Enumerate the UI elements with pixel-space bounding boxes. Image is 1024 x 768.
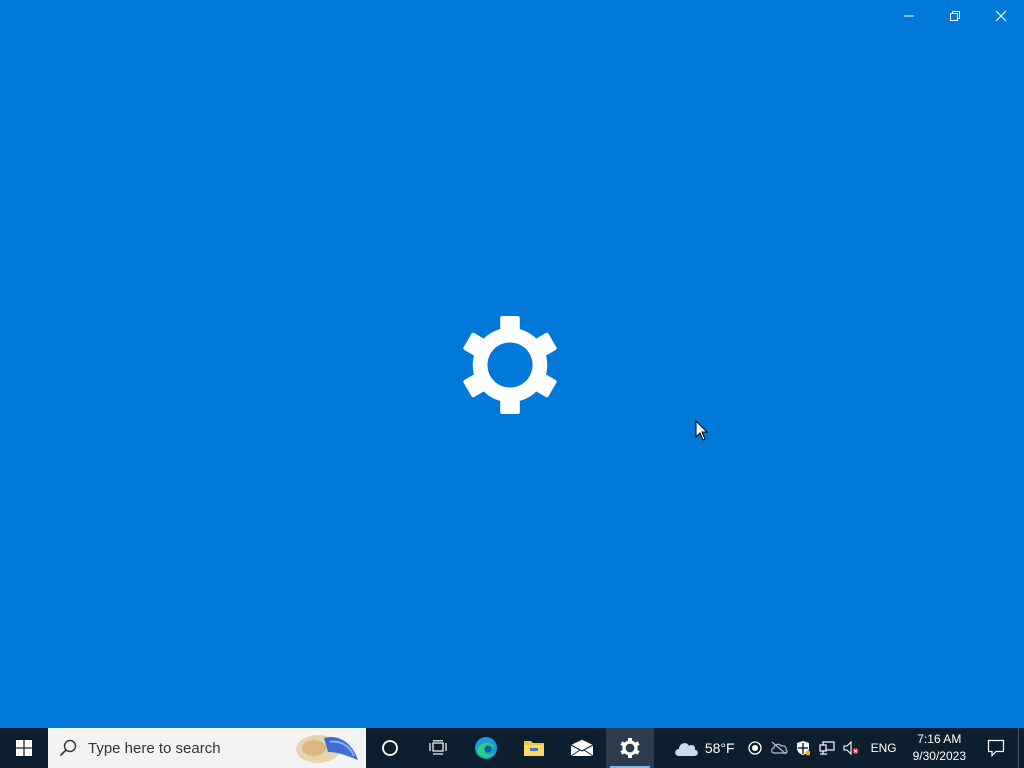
- action-center-icon: [987, 739, 1005, 757]
- mail-button[interactable]: [558, 728, 606, 768]
- restore-button[interactable]: [932, 0, 978, 32]
- settings-gear-icon: [463, 316, 557, 414]
- file-explorer-button[interactable]: [510, 728, 558, 768]
- taskbar-search-box[interactable]: Type here to search: [48, 728, 366, 768]
- search-placeholder: Type here to search: [88, 739, 221, 757]
- clock-time: 7:16 AM: [917, 732, 962, 746]
- security-tray-button[interactable]: [791, 728, 815, 768]
- cloud-icon: [675, 743, 698, 756]
- minimize-button[interactable]: [886, 0, 932, 32]
- search-highlight-illustration: [296, 735, 358, 763]
- task-view-icon: [429, 740, 447, 755]
- volume-muted-icon: [843, 741, 859, 755]
- system-tray: 58°F ENG 7:16 AM 9/30/2023: [665, 728, 1024, 768]
- mouse-cursor-icon: [695, 420, 709, 441]
- taskbar: Type here to search 58°F ENG 7:16 AM 9/3…: [0, 728, 1024, 768]
- windows-logo-icon: [16, 740, 32, 756]
- weather-temperature: 58°F: [704, 740, 735, 756]
- record-tray-button[interactable]: [743, 728, 767, 768]
- edge-button[interactable]: [462, 728, 510, 768]
- settings-icon: [620, 738, 640, 758]
- onedrive-tray-button[interactable]: [767, 728, 791, 768]
- minimize-icon: [904, 15, 914, 17]
- taskbar-clock[interactable]: 7:16 AM 9/30/2023: [905, 731, 974, 765]
- search-icon: [48, 739, 88, 757]
- security-icon: [796, 741, 810, 756]
- edge-icon: [475, 737, 497, 759]
- action-center-button[interactable]: [974, 728, 1018, 768]
- network-icon: [818, 741, 835, 755]
- network-tray-button[interactable]: [815, 728, 839, 768]
- onedrive-icon: [770, 741, 788, 755]
- weather-widget[interactable]: 58°F: [665, 728, 743, 768]
- show-desktop-button[interactable]: [1018, 728, 1024, 768]
- settings-taskbar-button[interactable]: [606, 728, 654, 768]
- start-button[interactable]: [0, 728, 48, 768]
- restore-icon: [950, 11, 960, 21]
- mail-icon: [570, 739, 594, 757]
- file-explorer-icon: [524, 741, 544, 756]
- input-language-indicator[interactable]: ENG: [863, 741, 905, 755]
- caption-buttons: [886, 0, 1024, 32]
- settings-window: [0, 0, 1024, 728]
- cortana-button[interactable]: [366, 728, 414, 768]
- close-button[interactable]: [978, 0, 1024, 32]
- record-icon: [747, 741, 762, 755]
- close-icon: [995, 10, 1007, 22]
- clock-date: 9/30/2023: [912, 749, 966, 763]
- task-view-button[interactable]: [414, 728, 462, 768]
- cortana-icon: [382, 740, 398, 756]
- volume-tray-button[interactable]: [839, 728, 863, 768]
